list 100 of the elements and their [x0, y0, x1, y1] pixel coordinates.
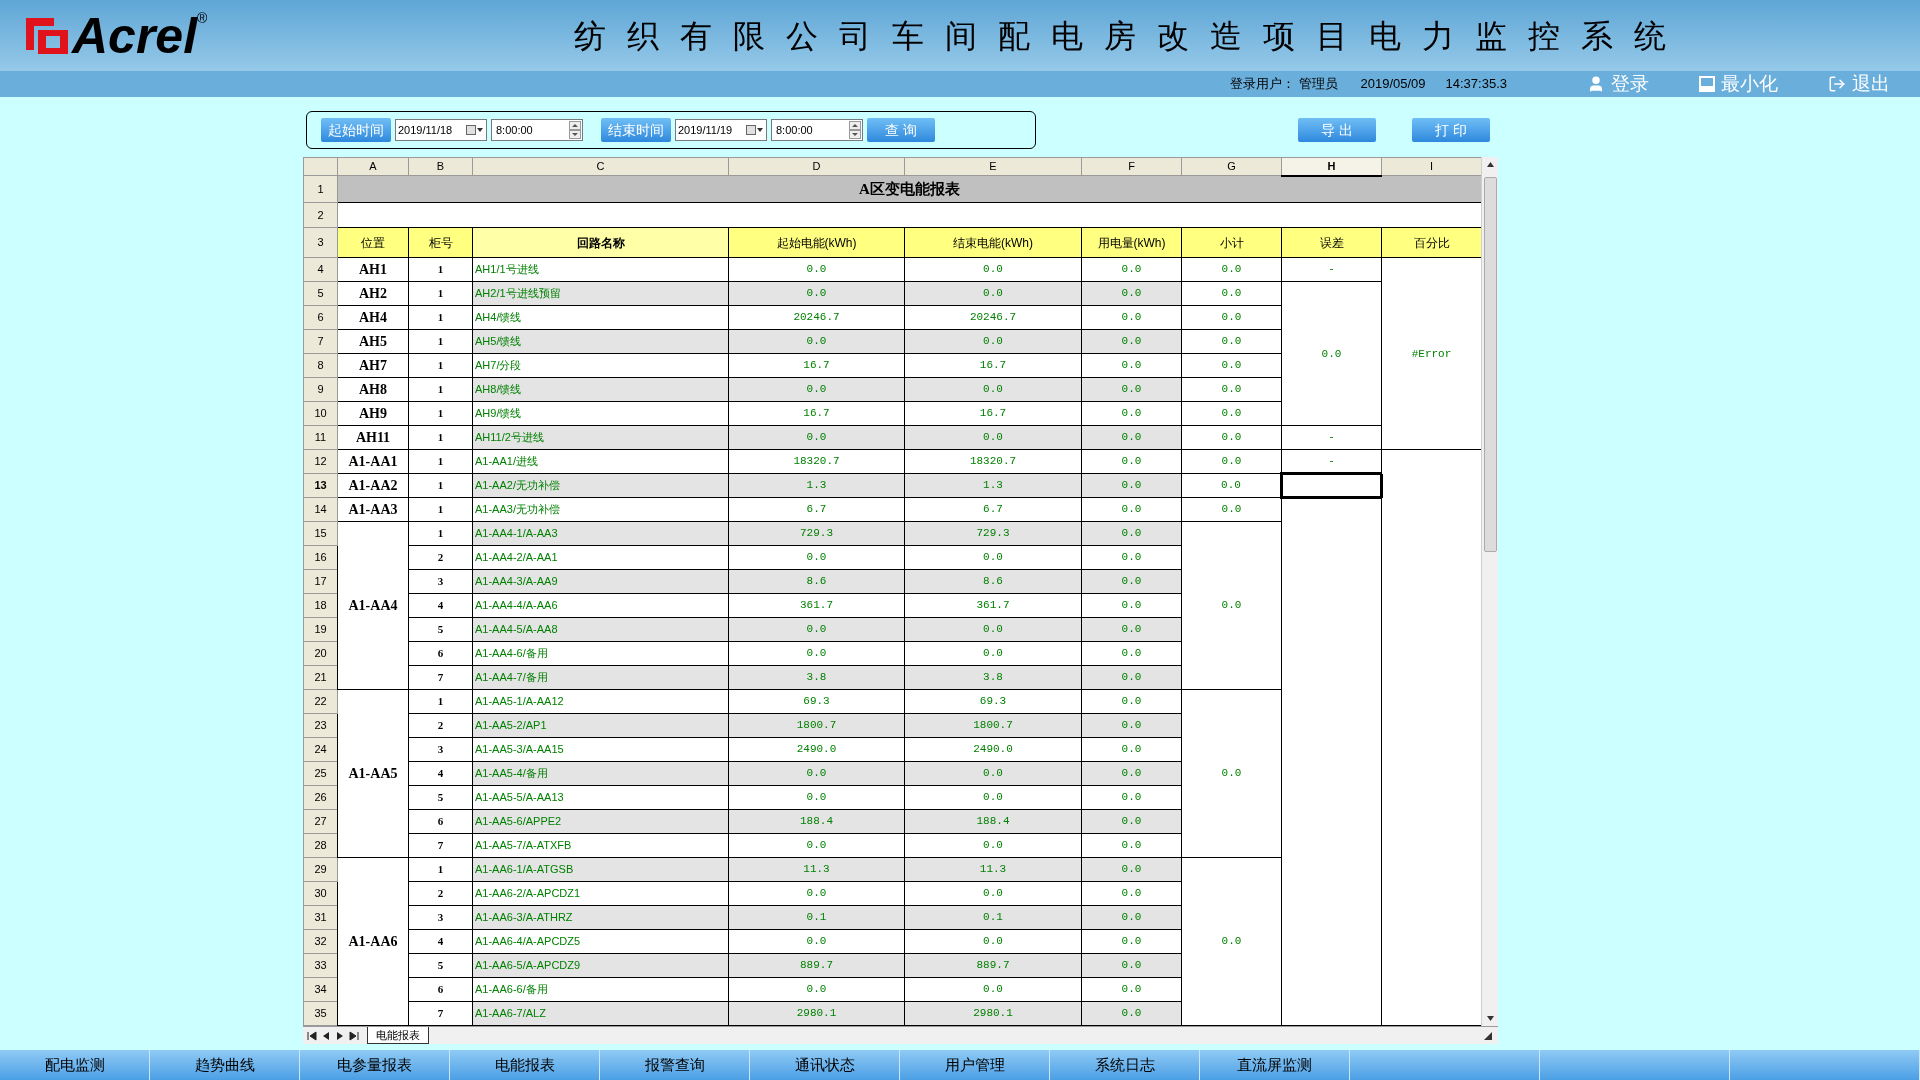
end-energy-cell: 0.0 [904, 641, 1082, 666]
nav-button[interactable]: 直流屏监测 [1200, 1050, 1350, 1080]
nav-button[interactable]: 趋势曲线 [150, 1050, 300, 1080]
row-header[interactable]: 32 [303, 929, 338, 954]
row-header[interactable]: 13 [303, 473, 338, 498]
circuit-cell: A1-AA5-6/APPE2 [472, 809, 729, 834]
header-cell: 回路名称 [472, 227, 729, 258]
scroll-up-icon[interactable] [1485, 160, 1495, 169]
row-header[interactable]: 30 [303, 881, 338, 906]
row-header[interactable]: 10 [303, 401, 338, 426]
column-header[interactable]: A [337, 157, 409, 176]
row-header[interactable]: 6 [303, 305, 338, 330]
header-cell: 百分比 [1381, 227, 1481, 258]
subtotal-cell: 0.0 [1181, 473, 1282, 498]
usage-cell: 0.0 [1081, 425, 1182, 450]
row-header[interactable]: 25 [303, 761, 338, 786]
row-header[interactable]: 21 [303, 665, 338, 690]
row-header[interactable]: 17 [303, 569, 338, 594]
nav-button[interactable]: 通讯状态 [750, 1050, 900, 1080]
row-header[interactable]: 19 [303, 617, 338, 642]
nav-button[interactable]: 配电监测 [0, 1050, 150, 1080]
row-header[interactable]: 5 [303, 281, 338, 306]
end-energy-cell: 0.0 [904, 329, 1082, 354]
column-header[interactable]: E [904, 157, 1082, 176]
column-header[interactable]: I [1381, 157, 1481, 176]
column-header[interactable]: B [408, 157, 473, 176]
time-field[interactable]: 8:00:00 [771, 119, 863, 141]
row-header[interactable]: 23 [303, 713, 338, 738]
first-sheet-icon[interactable] [305, 1029, 319, 1042]
header-cell: 小计 [1181, 227, 1282, 258]
row-header[interactable]: 28 [303, 833, 338, 858]
row-header[interactable]: 35 [303, 1001, 338, 1026]
row-header[interactable]: 22 [303, 689, 338, 714]
row-header[interactable]: 4 [303, 257, 338, 282]
error-cell[interactable] [1281, 497, 1382, 522]
last-sheet-icon[interactable] [347, 1029, 361, 1042]
calendar-dropdown-icon [466, 125, 484, 135]
end-energy-cell: 0.0 [904, 425, 1082, 450]
calendar-dropdown-icon [746, 125, 764, 135]
row-header[interactable]: 15 [303, 521, 338, 546]
error-cell[interactable]: - [1281, 425, 1382, 450]
row-header[interactable]: 3 [303, 227, 338, 258]
position-cell: A1-AA5 [337, 689, 409, 858]
scroll-down-icon[interactable] [1485, 1014, 1495, 1023]
row-header[interactable]: 20 [303, 641, 338, 666]
vertical-scrollbar[interactable] [1481, 157, 1498, 1026]
row-header[interactable]: 7 [303, 329, 338, 354]
start-energy-cell: 1.3 [728, 473, 905, 498]
row-header[interactable]: 24 [303, 737, 338, 762]
nav-button[interactable]: 报警查询 [600, 1050, 750, 1080]
nav-button[interactable]: 系统日志 [1050, 1050, 1200, 1080]
nav-button[interactable]: 用户管理 [900, 1050, 1050, 1080]
start-energy-cell: 6.7 [728, 497, 905, 522]
row-header[interactable]: 27 [303, 809, 338, 834]
error-cell[interactable] [1281, 281, 1382, 306]
circuit-cell: AH2/1号进线预留 [472, 281, 729, 306]
select-all-corner[interactable] [303, 157, 338, 176]
start-energy-cell: 20246.7 [728, 305, 905, 330]
row-header[interactable]: 16 [303, 545, 338, 570]
error-cell[interactable] [1281, 401, 1382, 426]
error-cell[interactable] [1281, 473, 1382, 498]
row-header[interactable]: 18 [303, 593, 338, 618]
error-cell[interactable] [1281, 1001, 1382, 1026]
error-cell[interactable]: - [1281, 449, 1382, 474]
row-header[interactable]: 9 [303, 377, 338, 402]
row-header[interactable]: 2 [303, 202, 338, 228]
date-field[interactable]: 2019/11/18 [395, 119, 487, 141]
column-header[interactable]: F [1081, 157, 1182, 176]
end-energy-cell: 0.0 [904, 785, 1082, 810]
usage-cell: 0.0 [1081, 617, 1182, 642]
column-header[interactable]: D [728, 157, 905, 176]
row-header[interactable]: 12 [303, 449, 338, 474]
row-header[interactable]: 8 [303, 353, 338, 378]
date-field[interactable]: 2019/11/19 [675, 119, 767, 141]
nav-button[interactable]: 电参量报表 [300, 1050, 450, 1080]
end-energy-cell: 0.0 [904, 977, 1082, 1002]
time-field[interactable]: 8:00:00 [491, 119, 583, 141]
circuit-cell: A1-AA6-6/备用 [472, 977, 729, 1002]
column-header[interactable]: C [472, 157, 729, 176]
row-header[interactable]: 34 [303, 977, 338, 1002]
subtotal-cell: 0.0 [1181, 857, 1282, 1026]
nav-button[interactable]: 电能报表 [450, 1050, 600, 1080]
row-header[interactable]: 31 [303, 905, 338, 930]
scrollbar-thumb[interactable] [1483, 177, 1497, 552]
circuit-cell: AH9/馈线 [472, 401, 729, 426]
row-header[interactable]: 14 [303, 497, 338, 522]
error-value: - [1328, 431, 1335, 444]
row-header[interactable]: 26 [303, 785, 338, 810]
current-time: 14:37:35.3 [1445, 75, 1507, 94]
circuit-cell: A1-AA4-3/A-AA9 [472, 569, 729, 594]
sheet-tab[interactable]: 电能报表 [367, 1027, 429, 1044]
row-header[interactable]: 1 [303, 175, 338, 203]
row-header[interactable]: 11 [303, 425, 338, 450]
row-header[interactable]: 33 [303, 953, 338, 978]
column-header[interactable]: G [1181, 157, 1282, 176]
circuit-cell: A1-AA6-3/A-ATHRZ [472, 905, 729, 930]
row-header[interactable]: 29 [303, 857, 338, 882]
column-header[interactable]: H [1281, 157, 1382, 176]
usage-cell: 0.0 [1081, 905, 1182, 930]
error-cell[interactable]: - [1281, 257, 1382, 282]
